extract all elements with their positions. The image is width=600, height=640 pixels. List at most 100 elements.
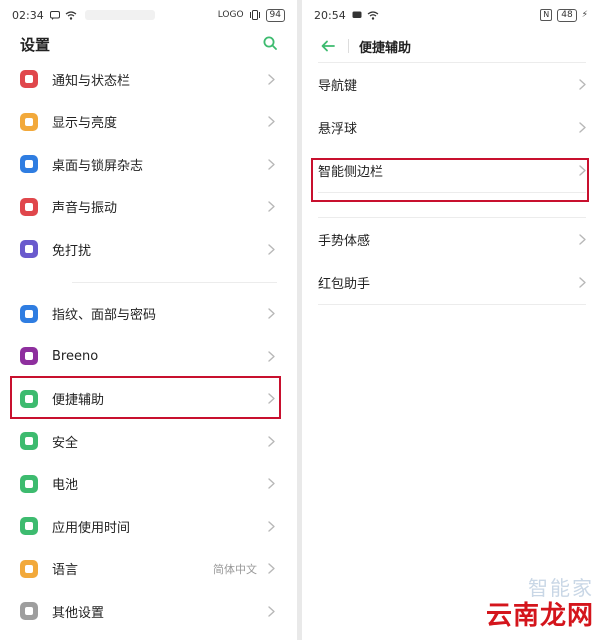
- nfc-icon: N: [540, 9, 553, 21]
- settings-item-label: 指纹、面部与密码: [52, 308, 157, 324]
- page-title: 便捷辅助: [359, 40, 412, 56]
- icon-glyph: [25, 309, 33, 318]
- settings-item-label: 其他设置: [52, 605, 105, 621]
- chevron-right-icon: [267, 201, 275, 212]
- header-separator: [348, 39, 349, 53]
- assist-header: 便捷辅助: [302, 30, 600, 62]
- search-button[interactable]: [263, 35, 277, 54]
- chevron: [579, 230, 586, 249]
- assist-item[interactable]: 悬浮球: [318, 106, 586, 149]
- chevron: [579, 273, 586, 292]
- assist-item-label: 手势体感: [318, 234, 371, 249]
- assist-item[interactable]: 红包助手: [318, 261, 586, 304]
- wifi-icon: [367, 10, 379, 20]
- assist-item-label: 导航键: [318, 79, 358, 94]
- chevron-right-icon: [267, 159, 275, 170]
- settings-item-brightness[interactable]: 显示与亮度: [20, 101, 297, 144]
- settings-item-other-settings[interactable]: 其他设置: [20, 590, 297, 633]
- assist-item-label: 悬浮球: [318, 122, 358, 137]
- search-icon: [263, 36, 277, 50]
- settings-list: 通知与状态栏显示与亮度桌面与锁屏杂志 声音与振动免打扰指纹、面部与密码 Breeno…: [0, 58, 297, 633]
- settings-item-assist[interactable]: 便捷辅助: [20, 378, 297, 421]
- chevron: [265, 393, 277, 405]
- settings-item-sound[interactable]: 声音与振动: [20, 186, 297, 229]
- settings-item-wallpaper[interactable]: 桌面与锁屏杂志: [20, 143, 297, 186]
- icon-glyph: [25, 522, 33, 531]
- settings-item-app-time[interactable]: 应用使用时间: [20, 505, 297, 548]
- settings-item-value: 简体中文: [213, 562, 257, 576]
- icon-glyph: [25, 564, 33, 573]
- settings-item-label: 声音与振动: [52, 201, 118, 217]
- settings-item-label: 免打扰: [52, 243, 92, 259]
- assist-list: 导航键悬浮球智能侧边栏手势体感红包助手: [302, 62, 600, 305]
- settings-item-fingerprint[interactable]: 指纹、面部与密码: [20, 293, 297, 336]
- breeno-icon: [20, 347, 38, 366]
- page-title: 设置: [20, 35, 51, 54]
- logo-badge: LOGO: [217, 10, 244, 20]
- chevron: [579, 75, 586, 94]
- chevron: [265, 435, 277, 447]
- settings-item-label: 应用使用时间: [52, 520, 131, 536]
- chevron-right-icon: [579, 122, 586, 133]
- settings-item-label: 语言: [52, 563, 79, 579]
- language-icon: [20, 559, 38, 578]
- icon-glyph: [25, 160, 33, 169]
- settings-item-label: Breeno: [52, 348, 99, 364]
- charging-icon: ⚡: [581, 10, 588, 20]
- back-button[interactable]: [318, 36, 338, 56]
- vibrate-icon: [249, 10, 260, 20]
- status-right-icons: LOGO 94: [217, 8, 285, 22]
- icon-glyph: [25, 394, 33, 403]
- message-icon: [49, 10, 60, 20]
- chevron-right-icon: [267, 393, 275, 404]
- chevron: [265, 520, 277, 532]
- assist-item-label: 智能侧边栏: [318, 165, 384, 180]
- chevron: [265, 350, 277, 362]
- status-time: 20:54: [314, 8, 346, 22]
- chevron: [265, 478, 277, 490]
- chevron-right-icon: [267, 436, 275, 447]
- chevron: [265, 563, 277, 575]
- battery-icon: [20, 474, 38, 493]
- message-icon: [352, 11, 362, 18]
- chevron-right-icon: [267, 74, 275, 85]
- icon-glyph: [25, 202, 33, 211]
- chevron: [579, 118, 586, 137]
- icon-glyph: [25, 245, 33, 254]
- icon-glyph: [25, 117, 33, 126]
- notification-icon: [20, 70, 38, 89]
- status-blur: [84, 10, 155, 20]
- chevron-right-icon: [579, 277, 586, 288]
- status-time: 02:34: [12, 8, 44, 22]
- assist-screen: 20:54 N 48 ⚡ 便捷辅助 导航键悬浮球智能侧边栏手势体感红包助手: [302, 0, 600, 640]
- assist-item[interactable]: 手势体感: [318, 218, 586, 261]
- status-left-icons: [49, 10, 77, 20]
- settings-item-shield[interactable]: 安全: [20, 420, 297, 463]
- settings-item-battery[interactable]: 电池: [20, 463, 297, 506]
- assist-item[interactable]: 导航键: [318, 63, 586, 106]
- chevron: [265, 605, 277, 617]
- settings-screen: 02:34 LOGO 94 设置 通知与状态栏显示与亮度桌面与锁屏杂志 声音与振动…: [0, 0, 297, 640]
- settings-item-language[interactable]: 语言 简体中文: [20, 548, 297, 591]
- status-right-icons: N 48 ⚡: [540, 8, 588, 22]
- settings-item-notification[interactable]: 通知与状态栏: [20, 58, 297, 101]
- chevron-right-icon: [267, 116, 275, 127]
- icon-glyph: [25, 437, 33, 446]
- shield-icon: [20, 432, 38, 451]
- chevron: [265, 243, 277, 255]
- chevron-right-icon: [579, 79, 586, 90]
- settings-item-label: 通知与状态栏: [52, 73, 131, 89]
- moon-icon: [20, 240, 38, 259]
- other-settings-icon: [20, 602, 38, 621]
- fingerprint-icon: [20, 304, 38, 323]
- chevron: [265, 158, 277, 170]
- chevron: [579, 161, 586, 180]
- settings-item-breeno[interactable]: Breeno: [20, 335, 297, 378]
- assist-item[interactable]: 智能侧边栏: [318, 149, 586, 192]
- arrow-left-icon: [321, 40, 335, 52]
- settings-item-label: 桌面与锁屏杂志: [52, 158, 144, 174]
- chevron-right-icon: [267, 244, 275, 255]
- chevron-right-icon: [267, 478, 275, 489]
- settings-item-moon[interactable]: 免打扰: [20, 228, 297, 271]
